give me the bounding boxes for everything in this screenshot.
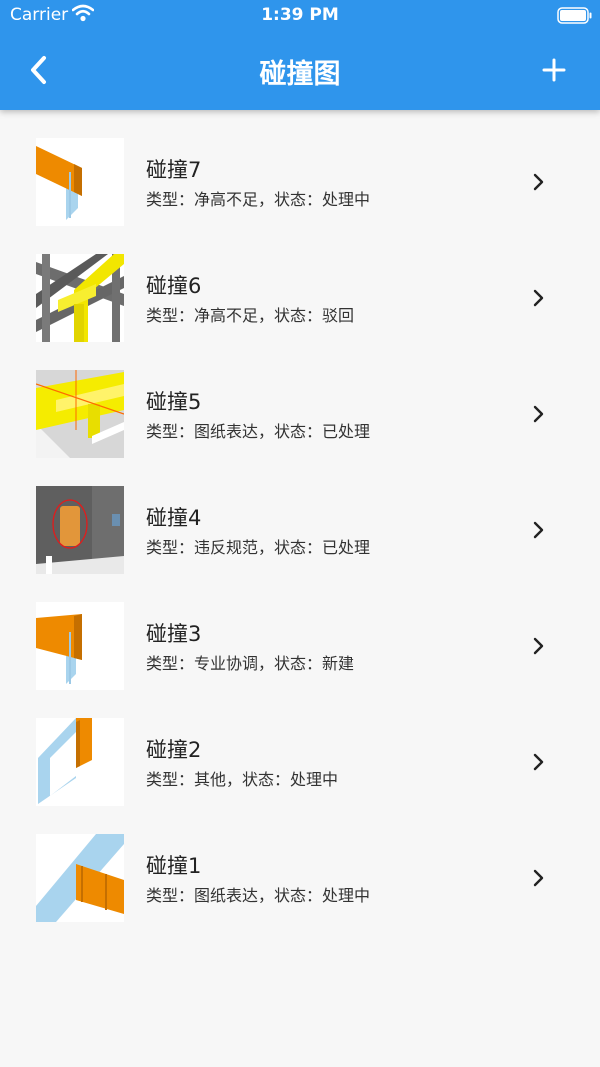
collision-list: 碰撞7 类型：净高不足，状态：处理中 碰撞6 类型：净高不足，状态：驳回 碰撞5… — [0, 124, 600, 936]
collision-thumbnail — [36, 138, 124, 226]
item-title: 碰撞4 — [146, 506, 202, 530]
clock: 1:39 PM — [261, 5, 339, 25]
item-subtitle: 类型：图纸表达，状态：处理中 — [146, 886, 371, 905]
collision-thumbnail — [36, 370, 124, 458]
chevron-right-icon — [533, 173, 544, 191]
app-header: Carrier 1:39 PM 碰撞图 — [0, 0, 600, 110]
item-title: 碰撞6 — [146, 274, 202, 298]
list-item[interactable]: 碰撞3 类型：专业协调，状态：新建 — [0, 588, 600, 704]
collision-thumbnail — [36, 834, 124, 922]
collision-thumbnail — [36, 718, 124, 806]
status-bar: Carrier 1:39 PM — [0, 0, 600, 30]
item-subtitle: 类型：专业协调，状态：新建 — [146, 654, 355, 673]
item-title: 碰撞7 — [146, 158, 202, 182]
chevron-right-icon — [533, 637, 544, 655]
collision-thumbnail — [36, 602, 124, 690]
item-title: 碰撞5 — [146, 390, 202, 414]
page-title: 碰撞图 — [259, 59, 341, 90]
chevron-left-icon — [31, 56, 46, 84]
item-title: 碰撞3 — [146, 622, 202, 646]
back-button[interactable] — [22, 52, 62, 88]
list-item[interactable]: 碰撞2 类型：其他，状态：处理中 — [0, 704, 600, 820]
chevron-right-icon — [533, 521, 544, 539]
item-subtitle: 类型：其他，状态：处理中 — [146, 770, 339, 789]
chevron-right-icon — [533, 753, 544, 771]
item-subtitle: 类型：图纸表达，状态：已处理 — [146, 422, 371, 441]
navigation-bar: 碰撞图 — [0, 32, 600, 110]
chevron-right-icon — [533, 405, 544, 423]
battery-icon — [557, 7, 592, 24]
item-subtitle: 类型：违反规范，状态：已处理 — [146, 538, 371, 557]
item-title: 碰撞2 — [146, 738, 202, 762]
collision-thumbnail — [36, 486, 124, 574]
item-title: 碰撞1 — [146, 854, 202, 878]
item-subtitle: 类型：净高不足，状态：处理中 — [146, 190, 371, 209]
list-item[interactable]: 碰撞4 类型：违反规范，状态：已处理 — [0, 472, 600, 588]
plus-icon — [542, 58, 566, 82]
item-subtitle: 类型：净高不足，状态：驳回 — [146, 306, 355, 325]
chevron-right-icon — [533, 289, 544, 307]
list-item[interactable]: 碰撞5 类型：图纸表达，状态：已处理 — [0, 356, 600, 472]
list-item[interactable]: 碰撞7 类型：净高不足，状态：处理中 — [0, 124, 600, 240]
list-item[interactable]: 碰撞6 类型：净高不足，状态：驳回 — [0, 240, 600, 356]
list-item[interactable]: 碰撞1 类型：图纸表达，状态：处理中 — [0, 820, 600, 936]
chevron-right-icon — [533, 869, 544, 887]
add-button[interactable] — [532, 50, 576, 90]
collision-thumbnail — [36, 254, 124, 342]
